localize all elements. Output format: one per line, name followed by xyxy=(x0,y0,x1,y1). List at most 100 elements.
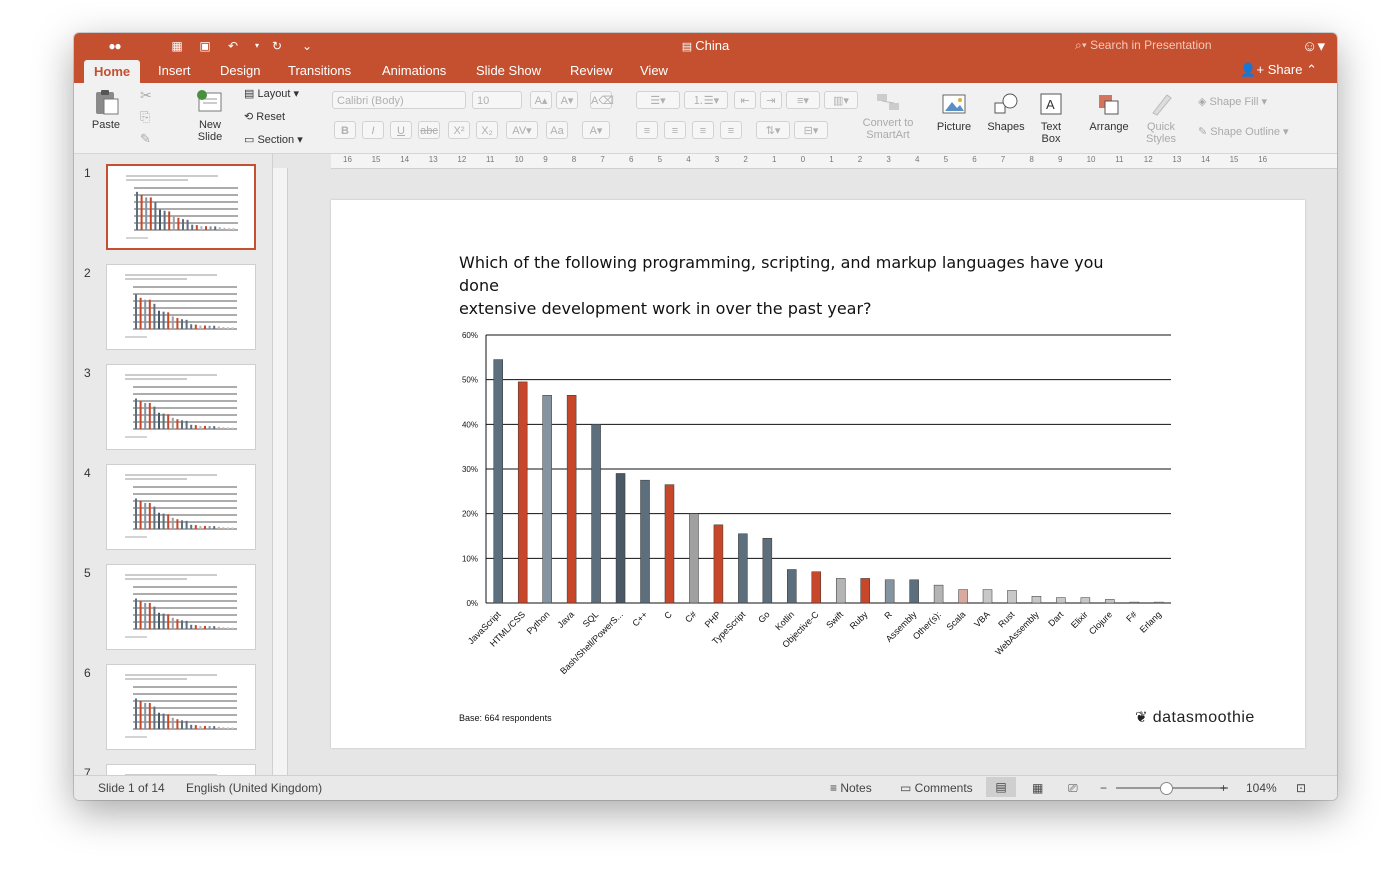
x-tick-label: WebAssembly xyxy=(993,609,1041,657)
font-size-select[interactable]: 10 xyxy=(472,91,522,109)
shapes-button[interactable]: Shapes xyxy=(984,91,1028,133)
bar xyxy=(958,589,968,604)
slide-thumbnail[interactable] xyxy=(106,564,256,650)
clear-format-icon[interactable]: A⌫ xyxy=(590,91,614,109)
numbering-icon[interactable]: ⒈☰▾ xyxy=(684,91,728,109)
tab-home[interactable]: Home xyxy=(84,60,141,85)
thumbnail-number: 1 xyxy=(84,166,91,180)
search-placeholder: Search in Presentation xyxy=(1090,38,1212,52)
zoom-level[interactable]: 104% xyxy=(1246,781,1277,795)
zoom-slider-thumb[interactable] xyxy=(1160,782,1173,795)
align-left-icon[interactable]: ≡ xyxy=(636,121,658,139)
normal-view-icon[interactable]: ▤ xyxy=(986,777,1016,797)
convert-smartart-button[interactable]: Convert to SmartArt xyxy=(860,91,916,141)
search-input[interactable]: ⌕▾ Search in Presentation xyxy=(1075,38,1285,54)
character-spacing-icon[interactable]: AV▾ xyxy=(506,121,538,139)
cut-icon[interactable]: ✂ xyxy=(140,87,152,104)
zoom-out-icon[interactable]: − xyxy=(1100,781,1107,795)
bullets-icon[interactable]: ☰▾ xyxy=(636,91,680,109)
bar xyxy=(517,381,528,604)
align-center-icon[interactable]: ≡ xyxy=(664,121,686,139)
shape-outline-button[interactable]: ✎ Shape Outline ▾ xyxy=(1198,125,1289,138)
bar-chart[interactable]: 0%10%20%30%40%50%60%JavaScriptHTML/CSSPy… xyxy=(431,320,1191,700)
ruler-label: 7 xyxy=(600,155,605,164)
tab-design[interactable]: Design xyxy=(220,63,260,78)
zoom-in-icon[interactable]: + xyxy=(1220,781,1227,795)
text-box-button[interactable]: A Text Box xyxy=(1032,91,1070,145)
align-right-icon[interactable]: ≡ xyxy=(692,121,714,139)
decrease-indent-icon[interactable]: ⇤ xyxy=(734,91,756,109)
slide-title[interactable]: Which of the following programming, scri… xyxy=(459,251,1119,320)
bar xyxy=(884,579,895,604)
copy-icon[interactable]: ⎘ xyxy=(140,109,150,125)
tab-view[interactable]: View xyxy=(640,63,668,78)
fit-slide-icon[interactable]: ⊡ xyxy=(1296,781,1306,795)
section-button[interactable]: ▭ Section ▾ xyxy=(244,133,303,146)
tab-animations[interactable]: Animations xyxy=(382,63,446,78)
tab-insert[interactable]: Insert xyxy=(158,63,191,78)
horizontal-ruler: 16 15 14 13 12 11 10 9 8 7 6 5 4 3 2 1 0 1 2 3 4 5 6 7 8 9 10 11 12 1… xyxy=(331,154,1337,169)
change-case-icon[interactable]: Aa xyxy=(546,121,568,139)
bold-icon[interactable]: B xyxy=(334,121,356,139)
slide-sorter-icon[interactable]: ▦ xyxy=(1032,781,1043,795)
text-direction-icon[interactable]: ⇅▾ xyxy=(756,121,790,139)
share-button[interactable]: 👤+ Share ⌃ xyxy=(1240,62,1317,78)
picture-button[interactable]: Picture xyxy=(932,91,976,133)
bar xyxy=(1056,597,1066,604)
slide-thumbnail[interactable] xyxy=(106,264,256,350)
new-slide-button[interactable]: New Slide xyxy=(190,89,230,143)
slide-thumbnail[interactable] xyxy=(106,164,256,250)
slide-canvas[interactable]: Which of the following programming, scri… xyxy=(331,200,1305,748)
paste-button[interactable]: Paste xyxy=(88,89,124,131)
tab-transitions[interactable]: Transitions xyxy=(288,63,351,78)
ruler-label: 10 xyxy=(1086,155,1096,164)
arrange-button[interactable]: Arrange xyxy=(1084,91,1134,133)
language-indicator[interactable]: English (United Kingdom) xyxy=(186,781,322,795)
section-icon: ▭ xyxy=(244,134,258,146)
superscript-icon[interactable]: X² xyxy=(448,121,470,139)
shrink-font-icon[interactable]: A▾ xyxy=(556,91,578,109)
shape-fill-button[interactable]: ◈ Shape Fill ▾ xyxy=(1198,95,1267,108)
x-tick-label: Ruby xyxy=(848,609,870,631)
text-box-label-1: Text xyxy=(1040,121,1062,133)
y-tick-label: 30% xyxy=(462,465,478,474)
collapse-ribbon-icon[interactable]: ⌃ xyxy=(1306,62,1317,77)
slide-thumbnail[interactable] xyxy=(106,364,256,450)
align-text-icon[interactable]: ⊟▾ xyxy=(794,121,828,139)
tab-review[interactable]: Review xyxy=(570,63,613,78)
notes-button[interactable]: ≡ Notes xyxy=(830,781,872,795)
bar xyxy=(664,484,675,604)
layout-button[interactable]: ▤ Layout ▾ xyxy=(244,87,299,100)
reset-button[interactable]: ⟲ Reset xyxy=(244,110,285,123)
arrange-icon xyxy=(1099,95,1119,115)
bar xyxy=(542,395,552,604)
font-color-icon[interactable]: A▾ xyxy=(582,121,610,139)
slide-thumbnail[interactable] xyxy=(106,764,256,775)
feedback-smiley-icon[interactable]: ☺▾ xyxy=(1302,37,1325,55)
ruler-label: 6 xyxy=(972,155,977,164)
thumbnail-number: 7 xyxy=(84,766,91,775)
ruler-label: 10 xyxy=(514,155,524,164)
section-label: Section xyxy=(257,134,295,146)
font-name-select[interactable]: Calibri (Body) xyxy=(332,91,466,109)
italic-icon[interactable]: I xyxy=(362,121,384,139)
line-spacing-icon[interactable]: ≡▾ xyxy=(786,91,820,109)
slideshow-view-icon[interactable]: ⎚ xyxy=(1068,781,1078,796)
bar xyxy=(860,578,870,604)
strikethrough-icon[interactable]: abc xyxy=(418,121,440,139)
underline-icon[interactable]: U xyxy=(390,121,412,139)
columns-icon[interactable]: ▥▾ xyxy=(824,91,858,109)
slide-thumbnail[interactable] xyxy=(106,464,256,550)
y-tick-label: 60% xyxy=(462,331,478,340)
quick-styles-button[interactable]: Quick Styles xyxy=(1138,91,1184,145)
comments-button[interactable]: ▭ Comments xyxy=(900,781,973,795)
increase-indent-icon[interactable]: ⇥ xyxy=(760,91,782,109)
tab-slide-show[interactable]: Slide Show xyxy=(476,63,541,78)
justify-icon[interactable]: ≡ xyxy=(720,121,742,139)
slide-thumbnail[interactable] xyxy=(106,664,256,750)
bar xyxy=(835,578,846,604)
quick-styles-icon xyxy=(1152,94,1172,116)
grow-font-icon[interactable]: A▴ xyxy=(530,91,552,109)
format-painter-icon[interactable]: ✎ xyxy=(140,131,151,147)
subscript-icon[interactable]: X₂ xyxy=(476,121,498,139)
